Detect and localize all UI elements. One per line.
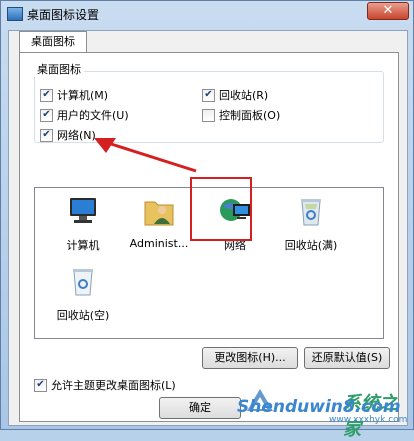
checkbox-label: 允许主题更改桌面图标(L)	[51, 379, 176, 392]
checkbox-label: 计算机(M)	[57, 89, 109, 102]
restore-default-button[interactable]: 还原默认值(S)	[304, 347, 390, 369]
checkbox-checked-icon: ✔	[40, 108, 53, 122]
watermark: 系统之家 Shenduwin8.com www.xxxhyk.com	[233, 385, 413, 440]
change-icon-button[interactable]: 更改图标(H)...	[202, 347, 298, 369]
checkbox-label: 用户的文件(U)	[57, 109, 129, 122]
watermark-text: Shenduwin8.com	[237, 397, 401, 417]
checkbox-checked-icon: ✔	[202, 88, 215, 102]
icon-item-computer[interactable]: 计算机	[45, 194, 121, 253]
checkbox-unchecked-icon	[202, 108, 215, 122]
dialog-client-area: 桌面图标 桌面图标 ✔ 计算机(M) ✔ 回收站(R) ✔ 用户的文件(U) 控制面板…	[8, 30, 408, 426]
icon-label: Administ...	[129, 237, 189, 250]
icon-item-recycle-bin-empty[interactable]: 回收站(空)	[45, 264, 121, 323]
tab-desktop-icons[interactable]: 桌面图标	[19, 31, 87, 53]
dialog-window: 桌面图标设置 ✕ 桌面图标 桌面图标 ✔ 计算机(M) ✔ 回收站(R) ✔ 用户的文…	[0, 0, 414, 440]
computer-icon	[70, 198, 96, 223]
checkbox-user-files[interactable]: ✔ 用户的文件(U)	[40, 108, 129, 125]
checkbox-checked-icon: ✔	[34, 378, 47, 392]
window-title: 桌面图标设置	[27, 8, 100, 22]
user-folder-icon	[144, 201, 174, 226]
icon-label: 计算机	[66, 239, 100, 252]
checkbox-checked-icon: ✔	[40, 128, 53, 142]
checkbox-control-panel[interactable]: 控制面板(O)	[202, 108, 281, 125]
icon-label: 回收站(满)	[284, 239, 338, 252]
recycle-bin-empty-icon	[73, 269, 93, 296]
checkbox-recycle-bin[interactable]: ✔ 回收站(R)	[202, 88, 269, 105]
highlight-box	[190, 177, 252, 241]
desktop-settings-icon	[7, 7, 23, 21]
icon-label: 回收站(空)	[56, 309, 110, 322]
group-label: 桌面图标	[34, 61, 84, 77]
checkbox-computer[interactable]: ✔ 计算机(M)	[40, 88, 109, 105]
ok-button[interactable]: 确定	[159, 397, 241, 419]
checkbox-label: 控制面板(O)	[219, 109, 281, 122]
title-bar[interactable]: 桌面图标设置 ✕	[1, 1, 413, 27]
icon-item-recycle-bin-full[interactable]: 回收站(满)	[273, 194, 349, 253]
checkbox-allow-theme[interactable]: ✔ 允许主题更改桌面图标(L)	[34, 378, 176, 395]
recycle-bin-full-icon	[301, 199, 321, 226]
watermark-subtext: www.xxxhyk.com	[329, 415, 408, 425]
tab-panel: 桌面图标 ✔ 计算机(M) ✔ 回收站(R) ✔ 用户的文件(U) 控制面板(O) ✔…	[19, 52, 399, 422]
checkbox-checked-icon: ✔	[40, 88, 53, 102]
annotation-arrow-icon	[94, 138, 197, 173]
close-button[interactable]: ✕	[367, 2, 409, 20]
icon-item-user-files[interactable]: Administ...	[121, 194, 197, 250]
checkbox-network[interactable]: ✔ 网络(N)	[40, 128, 96, 145]
checkbox-label: 回收站(R)	[219, 89, 269, 102]
